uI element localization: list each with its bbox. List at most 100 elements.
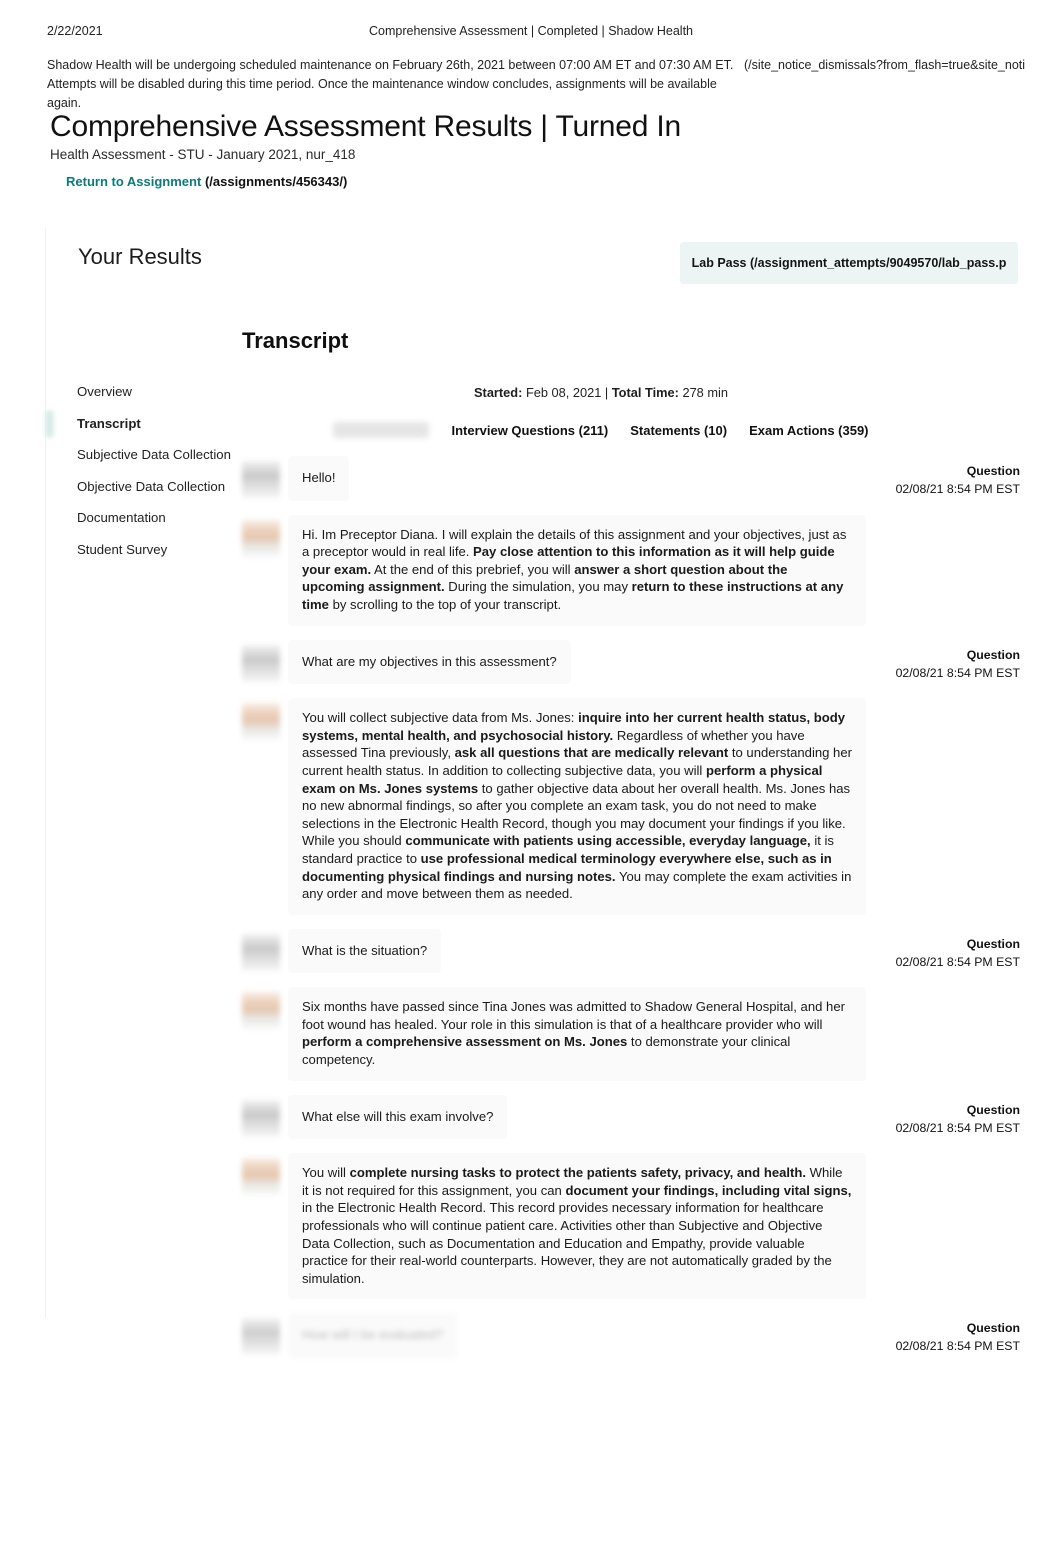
transcript-message: Hi. Im Preceptor Diana. I will explain t… [242,514,1020,626]
lab-pass-button[interactable]: Lab Pass (/assignment_attempts/9049570/l… [680,242,1018,284]
sidebar-item-label: Subjective Data Collection [77,447,231,462]
transcript-filter-bar: Interview Questions (211) Statements (10)… [242,410,1020,450]
transcript-message: You will collect subjective data from Ms… [242,698,1020,915]
sidebar-item-label: Student Survey [77,541,168,557]
sidebar-item-subjective-data-collection[interactable]: Subjective Data Collection [46,439,242,471]
return-to-assignment-link[interactable]: Return to Assignment [66,174,201,189]
meta-separator: | [604,385,609,400]
message-text: What are my objectives in this assessmen… [302,653,557,669]
message-bubble: Hello! [288,456,350,501]
site-maintenance-notice: Shadow Health will be undergoing schedul… [47,56,1025,113]
transcript-heading: Transcript [242,328,349,353]
sidebar-item-label: Overview [77,384,132,399]
started-value: Feb 08, 2021 [525,385,602,400]
preceptor-avatar [242,702,280,741]
message-kind-badge: Question [966,464,1020,478]
message-text: What else will this exam involve? [302,1108,494,1124]
sidebar-item-objective-data-collection[interactable]: Objective Data Collection [46,471,242,503]
message-timestamp: 02/08/21 8:54 PM EST [895,1120,1020,1135]
preceptor-avatar [242,1157,280,1196]
message-bubble: Six months have passed since Tina Jones … [288,987,866,1081]
message-kind-badge: Question [966,936,1020,951]
return-to-assignment-row: Return to Assignment (/assignments/45634… [66,174,347,189]
message-timestamp: 02/08/21 8:54 PM EST [895,665,1020,680]
sidebar-item-label: Transcript [77,415,141,431]
message-text: Six months have passed since Tina Jones … [302,999,845,1032]
total-time-value: 278 min [682,385,728,400]
message-meta: Question 02/08/21 8:54 PM EST [850,462,1020,498]
page-subtitle: Health Assessment - STU - January 2021, … [50,147,356,162]
transcript-meta: Started: Feb 08, 2021 | Total Time: 278 … [242,385,1020,400]
message-bubble: What are my objectives in this assessmen… [288,639,571,685]
message-bubble: Hi. Im Preceptor Diana. I will explain t… [288,514,866,626]
student-avatar [242,1098,280,1137]
message-meta: Question 02/08/21 8:54 PM EST [850,646,1020,682]
student-avatar [242,643,280,682]
message-bubble: What is the situation? [288,928,442,974]
message-text: At the end of this prebrief, you will [371,561,575,577]
message-bubble: You will collect subjective data from Ms… [288,698,866,915]
sidebar-item-transcript[interactable]: Transcript [46,408,242,440]
sidebar-item-student-survey[interactable]: Student Survey [46,534,242,566]
return-to-assignment-url: (/assignments/456343/) [204,174,348,189]
transcript-message-list: Hello! Question 02/08/21 8:54 PM EST Hi. Im… [242,456,1020,1358]
sidebar-item-overview[interactable]: Overview [46,376,242,408]
message-kind-badge: Question [966,1321,1020,1336]
print-header: 2/22/2021 Comprehensive Assessment | Com… [0,24,1062,42]
message-timestamp: 02/08/21 8:54 PM EST [895,954,1020,969]
transcript-panel: Transcript Started: Feb 08, 2021 | Total… [242,300,1020,1372]
message-timestamp: 02/08/21 8:54 PM EST [895,1339,1020,1354]
your-results-heading: Your Results [78,244,202,269]
message-bubble: How will I be evaluated? [288,1313,458,1358]
started-label: Started: [474,385,523,400]
results-header: Your Results Lab Pass (/assignment_attem… [46,228,1020,300]
site-notice-text: Shadow Health will be undergoing schedul… [47,58,734,110]
message-bubble: You will complete nursing tasks to prote… [288,1153,866,1300]
transcript-message: What is the situation? Question 02/08/21 8… [242,928,1020,974]
message-text-emphasis: communicate with patients using accessib… [405,833,811,849]
student-avatar [242,1317,280,1356]
filter-tab-2[interactable]: Exam Actions (359) [749,423,868,438]
results-sidebar: Overview Transcript Subjective Data Collec… [46,300,242,1372]
message-text-emphasis: complete nursing tasks to protect the pa… [349,1165,807,1181]
transcript-message: Six months have passed since Tina Jones … [242,987,1020,1081]
message-text-emphasis: perform a comprehensive assessment on Ms… [302,1034,628,1050]
transcript-message: Hello! Question 02/08/21 8:54 PM EST [242,456,1020,501]
message-text: Hello! [302,470,336,485]
all-types-filter-obscured[interactable] [333,422,430,438]
transcript-message: What else will this exam involve? Questio… [242,1094,1020,1140]
sidebar-item-label: Documentation [77,510,166,525]
preceptor-avatar [242,991,280,1030]
message-kind-badge: Question [966,647,1020,662]
transcript-message: You will complete nursing tasks to prote… [242,1153,1020,1300]
transcript-message: How will I be evaluated? Question 02/08/21… [242,1313,1020,1358]
student-avatar [242,460,280,498]
transcript-message: What are my objectives in this assessmen… [242,639,1020,685]
message-meta: Question 02/08/21 8:54 PM EST [850,935,1020,971]
message-text: You will collect subjective data from Ms… [302,710,579,726]
message-text: by scrolling to the top of your transcri… [328,596,562,612]
preceptor-avatar [242,518,280,557]
results-card: Your Results Lab Pass (/assignment_attem… [45,228,1020,1358]
site-notice-dismiss-link[interactable]: (/site_notice_dismissals?from_flash=true… [744,56,1025,75]
message-text: How will I be evaluated? [302,1327,444,1343]
page-title: Comprehensive Assessment Results | Turne… [50,110,681,143]
message-text-emphasis: ask all questions that are medically rel… [454,745,729,761]
message-text: You will [302,1165,350,1181]
message-kind-badge: Question [966,1102,1020,1117]
message-timestamp: 02/08/21 8:54 PM EST [895,482,1020,496]
print-page-title: Comprehensive Assessment | Completed | S… [368,24,694,38]
total-time-label: Total Time: [611,385,679,400]
results-body: Overview Transcript Subjective Data Collec… [46,300,1020,1372]
message-text-emphasis: document your findings, including vital … [565,1182,852,1198]
message-text: in the Electronic Health Record. This re… [302,1200,832,1286]
sidebar-item-documentation[interactable]: Documentation [46,502,242,534]
message-meta: Question 02/08/21 8:54 PM EST [850,1319,1020,1355]
filter-tab-1[interactable]: Statements (10) [630,423,727,438]
message-bubble: What else will this exam involve? [288,1094,508,1140]
message-text: What is the situation? [302,942,428,958]
message-meta: Question 02/08/21 8:54 PM EST [850,1101,1020,1137]
filter-tab-0[interactable]: Interview Questions (211) [451,423,608,438]
message-text: During the simulation, you may [444,579,632,595]
sidebar-item-label: Objective Data Collection [77,478,226,494]
